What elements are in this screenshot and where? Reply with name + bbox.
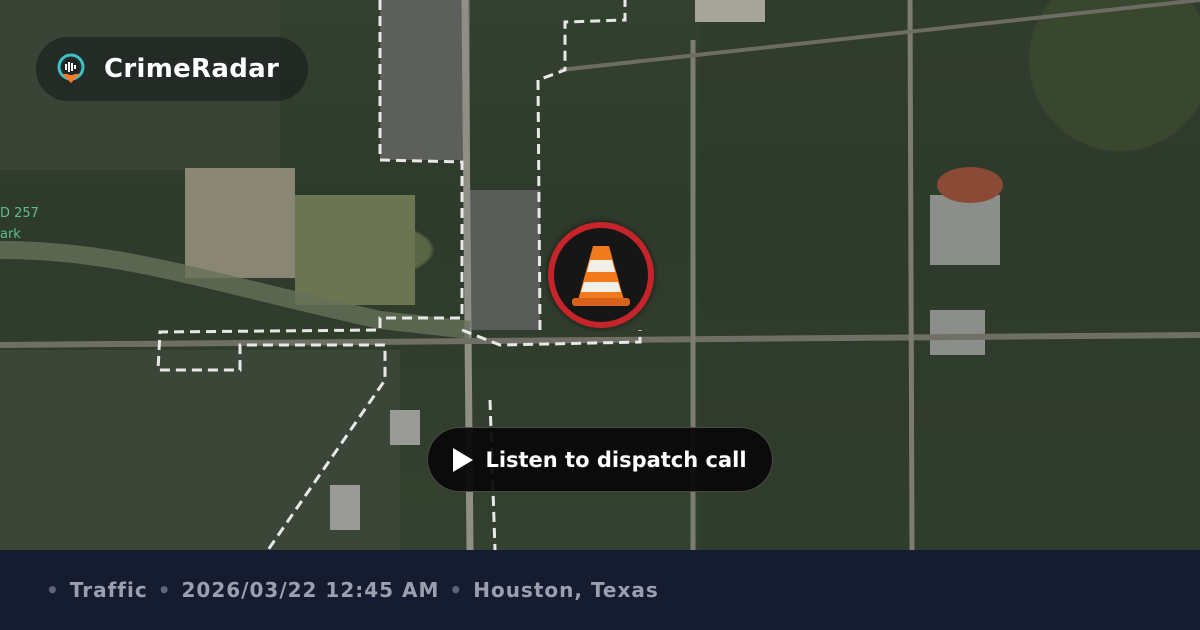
listen-dispatch-button[interactable]: Listen to dispatch call <box>427 427 773 492</box>
map-field <box>295 195 415 305</box>
map-lot <box>185 168 295 278</box>
traffic-cone-icon <box>572 246 630 306</box>
map-lot <box>695 0 765 22</box>
listen-button-label: Listen to dispatch call <box>485 447 747 472</box>
map-neighborhood <box>700 0 1200 550</box>
crimeradar-logo-icon <box>54 52 88 86</box>
map-track <box>937 167 1003 203</box>
map-road <box>907 0 915 550</box>
play-icon <box>453 447 474 472</box>
map-building <box>390 410 420 445</box>
incident-marker[interactable] <box>548 222 654 328</box>
map-label-road: D 257 <box>0 206 39 221</box>
map-commercial <box>470 190 540 330</box>
brand-name: CrimeRadar <box>104 54 280 84</box>
separator-dot-icon: • <box>157 578 172 602</box>
separator-dot-icon: • <box>46 578 60 602</box>
brand-badge[interactable]: CrimeRadar <box>36 37 308 101</box>
incident-footer: • Traffic • 2026/03/22 12:45 AM • Housto… <box>0 550 1200 630</box>
incident-datetime: 2026/03/22 12:45 AM <box>181 578 440 602</box>
incident-category: Traffic <box>69 578 148 602</box>
map-commercial <box>380 0 470 160</box>
incident-location: Houston, Texas <box>473 578 659 602</box>
map-building <box>930 310 985 355</box>
map-building <box>330 485 360 530</box>
separator-dot-icon: • <box>449 578 464 602</box>
map-label-park: ark <box>0 227 21 242</box>
map-building <box>930 195 1000 265</box>
